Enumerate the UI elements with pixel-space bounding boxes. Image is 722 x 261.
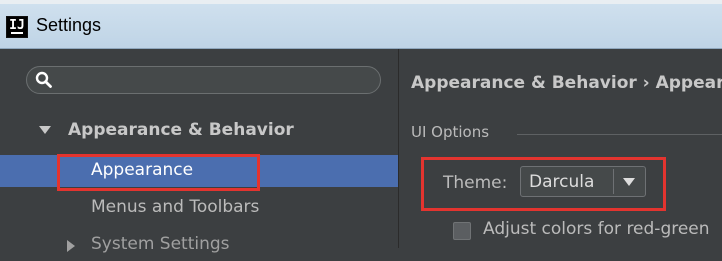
tree-item-appearance-behavior[interactable]: Appearance & Behavior: [0, 115, 398, 147]
tree-item-label: Appearance: [91, 160, 194, 180]
theme-dropdown-value: Darcula: [529, 172, 595, 192]
theme-dropdown[interactable]: Darcula: [520, 166, 646, 197]
settings-sidebar: Appearance & Behavior Appearance Menus a…: [0, 49, 399, 254]
section-title-ui-options: UI Options: [411, 123, 490, 141]
tree-item-label: System Settings: [91, 234, 230, 254]
red-green-checkbox[interactable]: [453, 222, 471, 240]
search-icon: [35, 71, 52, 88]
settings-content-pane: Appearance & Behavior › Appear UI Option…: [399, 49, 722, 248]
tree-item-label: Appearance & Behavior: [68, 120, 294, 140]
app-icon-glyph: IJ: [9, 18, 25, 33]
tree-item-appearance[interactable]: Appearance: [0, 155, 398, 187]
title-bar[interactable]: IJ Settings: [0, 4, 722, 49]
dropdown-separator: [613, 169, 614, 194]
tree-item-label: Menus and Toolbars: [91, 197, 260, 217]
section-divider: [517, 134, 722, 135]
red-green-checkbox-label: Adjust colors for red-green: [483, 219, 710, 239]
tree-item-menus-toolbars[interactable]: Menus and Toolbars: [0, 192, 398, 224]
search-input[interactable]: [26, 66, 381, 94]
breadcrumb: Appearance & Behavior › Appear: [411, 73, 722, 93]
intellij-app-icon: IJ: [6, 16, 28, 38]
window-title: Settings: [36, 15, 102, 35]
caret-down-icon[interactable]: [38, 123, 52, 137]
tree-item-system-settings[interactable]: System Settings: [0, 229, 398, 261]
theme-label: Theme:: [443, 173, 508, 193]
chevron-down-icon[interactable]: [622, 176, 636, 188]
caret-right-icon[interactable]: [64, 239, 78, 253]
